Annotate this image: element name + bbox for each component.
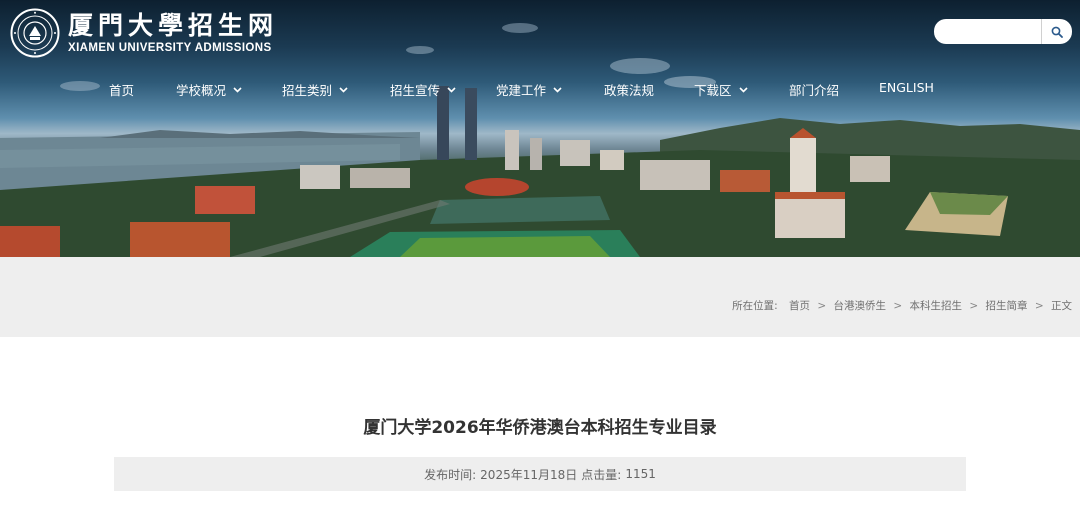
chevron-down-icon bbox=[339, 86, 348, 93]
breadcrumb-current: 正文 bbox=[1051, 300, 1072, 312]
nav-item-label: 首页 bbox=[109, 83, 135, 98]
breadcrumb-separator: > bbox=[1034, 300, 1044, 312]
hits-count: 1151 bbox=[625, 467, 656, 481]
nav-item-about[interactable]: 学校概况 bbox=[176, 80, 242, 99]
search-button[interactable] bbox=[1041, 19, 1072, 44]
chevron-down-icon bbox=[553, 86, 562, 93]
nav-item-party-work[interactable]: 党建工作 bbox=[496, 80, 562, 99]
breadcrumb-separator: > bbox=[969, 300, 979, 312]
search-icon bbox=[1051, 26, 1063, 38]
university-seal-icon bbox=[10, 8, 60, 58]
nav-item-home[interactable]: 首页 bbox=[109, 80, 134, 99]
logo-title-en: XIAMEN UNIVERSITY ADMISSIONS bbox=[68, 42, 272, 54]
nav-item-admission-types[interactable]: 招生类别 bbox=[282, 80, 348, 99]
breadcrumb-separator: > bbox=[817, 300, 827, 312]
nav-item-label: 部门介绍 bbox=[789, 83, 840, 98]
article-meta-bar: 发布时间: 2025年11月18日 点击量: 1151 bbox=[114, 457, 966, 491]
nav-item-label: 下载区 bbox=[694, 83, 732, 98]
breadcrumb-home-link[interactable]: 首页 bbox=[789, 300, 810, 312]
nav-item-policies[interactable]: 政策法规 bbox=[604, 80, 654, 99]
nav-item-departments[interactable]: 部门介绍 bbox=[789, 80, 839, 99]
search-box bbox=[934, 19, 1072, 44]
logo-title-cn: 厦門大學招生网 bbox=[68, 11, 279, 40]
nav-item-english[interactable]: ENGLISH bbox=[879, 80, 934, 95]
breadcrumb-brochure-link[interactable]: 招生简章 bbox=[986, 300, 1028, 312]
publish-date: 2025年11月18日 bbox=[480, 467, 578, 482]
publish-label: 发布时间: bbox=[424, 467, 477, 482]
nav-item-label: ENGLISH bbox=[879, 80, 934, 95]
breadcrumb-separator: > bbox=[893, 300, 903, 312]
hits-label: 点击量: bbox=[581, 467, 622, 482]
breadcrumb-undergrad-link[interactable]: 本科生招生 bbox=[910, 300, 963, 312]
main-nav: 首页 学校概况 招生类别 招生宣传 党建工作 政策法规 下载区 部门介绍 ENG… bbox=[0, 80, 1080, 98]
nav-item-promotion[interactable]: 招生宣传 bbox=[390, 80, 456, 99]
chevron-down-icon bbox=[738, 86, 748, 93]
breadcrumb-prefix: 所在位置: bbox=[732, 300, 778, 312]
nav-item-label: 学校概况 bbox=[176, 83, 227, 98]
breadcrumb: 所在位置: 首页 > 台港澳侨生 > 本科生招生 > 招生简章 > 正文 bbox=[732, 298, 1072, 313]
nav-item-label: 党建工作 bbox=[496, 83, 547, 98]
nav-item-label: 招生宣传 bbox=[390, 83, 441, 98]
header-banner: 厦門大學招生网 XIAMEN UNIVERSITY ADMISSIONS 首页 … bbox=[0, 0, 1080, 257]
nav-item-label: 招生类别 bbox=[282, 83, 333, 98]
chevron-down-icon bbox=[233, 86, 242, 93]
site-logo[interactable]: 厦門大學招生网 XIAMEN UNIVERSITY ADMISSIONS bbox=[10, 8, 278, 58]
nav-item-label: 政策法规 bbox=[604, 83, 655, 98]
breadcrumb-band: 所在位置: 首页 > 台港澳侨生 > 本科生招生 > 招生简章 > 正文 bbox=[0, 257, 1080, 337]
chevron-down-icon bbox=[447, 86, 456, 93]
article-title: 厦门大学2026年华侨港澳台本科招生专业目录 bbox=[363, 418, 717, 438]
nav-item-downloads[interactable]: 下载区 bbox=[694, 80, 748, 99]
breadcrumb-hmt-link[interactable]: 台港澳侨生 bbox=[834, 300, 887, 312]
search-input[interactable] bbox=[944, 22, 1044, 42]
